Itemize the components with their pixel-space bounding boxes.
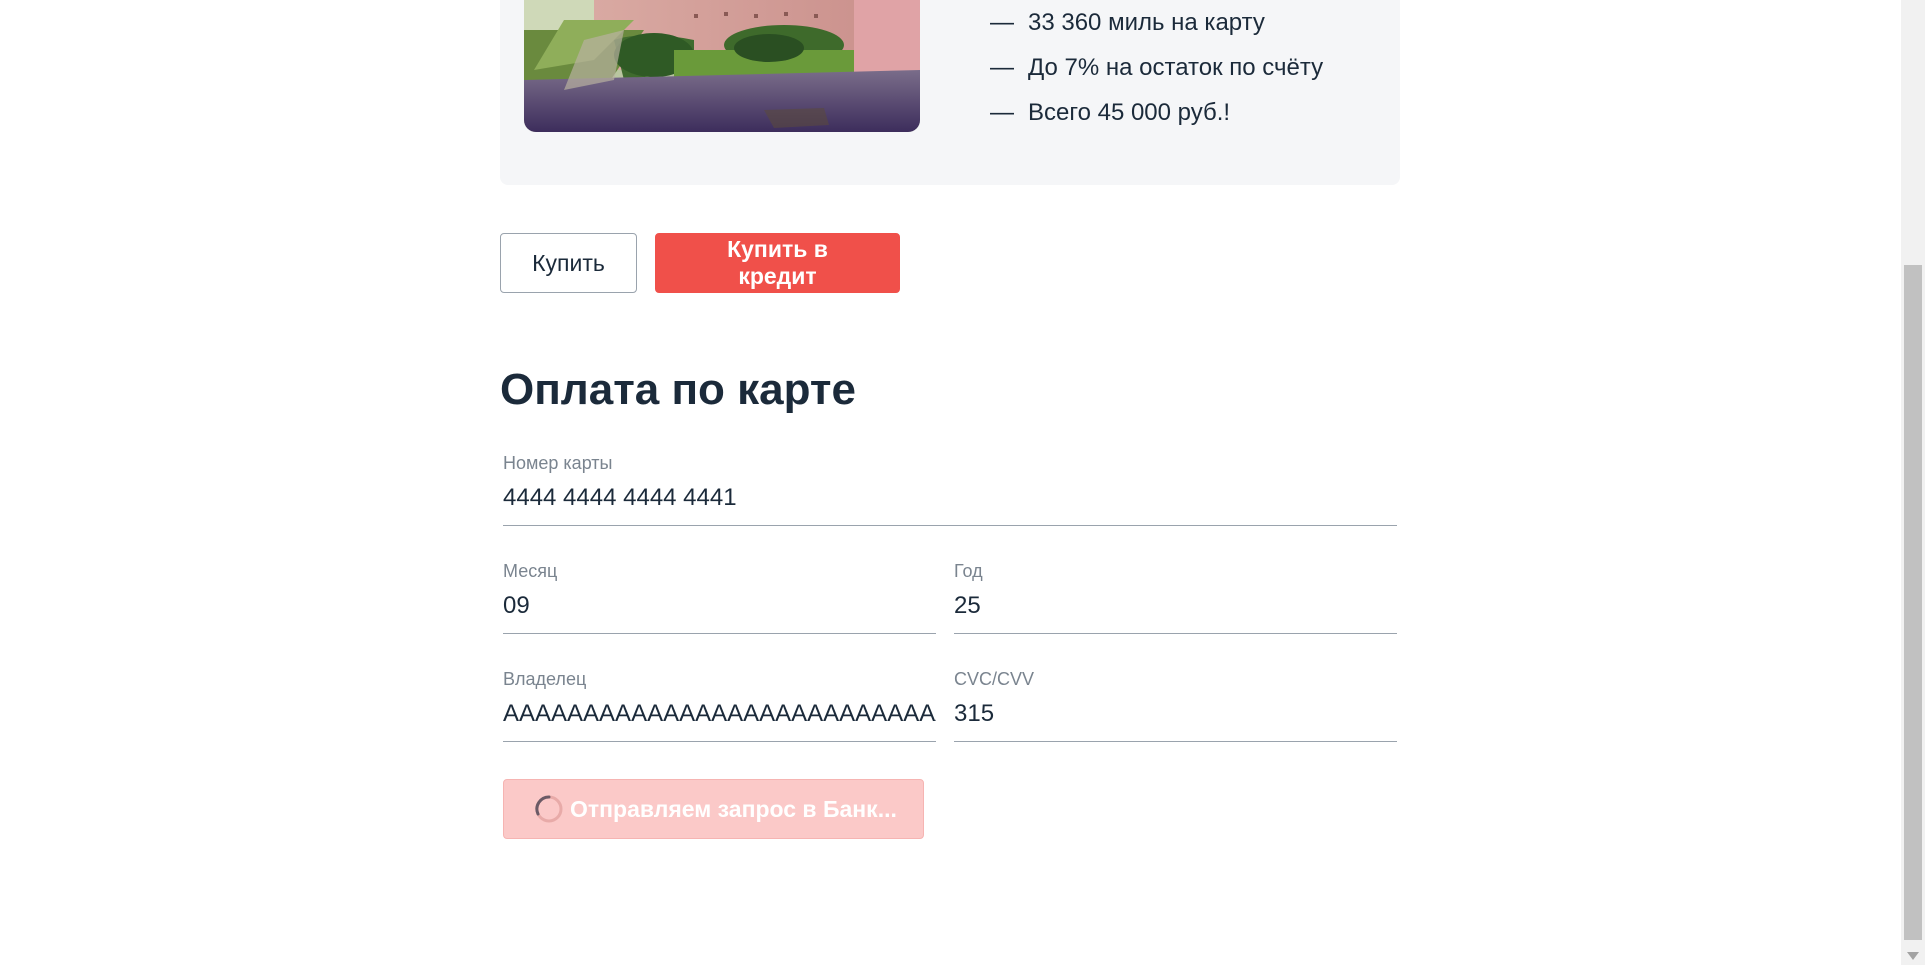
scroll-down-arrow-icon[interactable] <box>1907 952 1919 960</box>
year-label: Год <box>954 561 983 581</box>
feature-text: 33 360 миль на карту <box>1028 9 1265 36</box>
card-number-input[interactable] <box>503 482 1397 514</box>
purchase-buttons: Купить Купить в кредит <box>500 233 900 293</box>
year-field: Год <box>954 558 1397 634</box>
buy-credit-button[interactable]: Купить в кредит <box>655 233 900 293</box>
cvc-label: CVC/CVV <box>954 669 1035 689</box>
cvc-field: CVC/CVV <box>954 666 1397 742</box>
buy-button[interactable]: Купить <box>500 233 637 293</box>
month-input[interactable] <box>503 590 936 622</box>
feature-item-miles: — 33 360 миль на карту <box>990 0 1323 45</box>
year-input[interactable] <box>954 590 1397 622</box>
owner-field: Владелец <box>503 666 936 742</box>
card-number-label: Номер карты <box>503 453 613 473</box>
main-content: — 33 360 миль на карту — До 7% на остаток … <box>500 0 1400 839</box>
tour-photo <box>524 0 920 132</box>
card-number-field: Номер карты <box>503 450 1397 526</box>
cvc-input[interactable] <box>954 698 1397 730</box>
scrollbar-thumb[interactable] <box>1904 265 1922 940</box>
tour-card: — 33 360 миль на карту — До 7% на остаток … <box>500 0 1400 185</box>
month-field: Месяц <box>503 558 936 634</box>
tour-features-list: — 33 360 миль на карту — До 7% на остаток … <box>990 0 1323 135</box>
owner-label: Владелец <box>503 669 587 689</box>
feature-dash: — <box>990 54 1014 81</box>
month-label: Месяц <box>503 561 558 581</box>
submit-button[interactable]: Отправляем запрос в Банк... <box>503 779 924 839</box>
owner-input[interactable] <box>503 698 936 730</box>
payment-title: Оплата по карте <box>500 365 856 414</box>
page-viewport: — 33 360 миль на карту — До 7% на остаток … <box>0 0 1925 965</box>
feature-item-price: — Всего 45 000 руб.! <box>990 90 1323 135</box>
feature-item-interest: — До 7% на остаток по счёту <box>990 45 1323 90</box>
feature-text: Всего 45 000 руб.! <box>1028 99 1231 126</box>
scrollbar[interactable] <box>1901 0 1925 965</box>
feature-dash: — <box>990 99 1014 126</box>
feature-text: До 7% на остаток по счёту <box>1028 54 1324 81</box>
feature-dash: — <box>990 9 1014 36</box>
loading-spinner-icon <box>535 795 563 823</box>
submit-label: Отправляем запрос в Банк... <box>570 795 897 822</box>
